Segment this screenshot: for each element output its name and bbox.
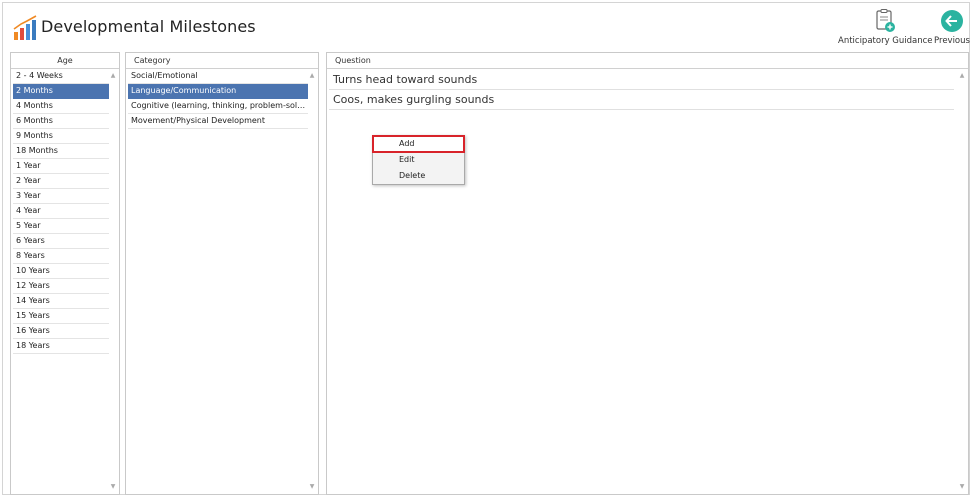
app-window: Developmental Milestones Anticipatory Gu…: [2, 2, 970, 495]
age-item[interactable]: 18 Years: [13, 339, 109, 354]
age-item[interactable]: 12 Years: [13, 279, 109, 294]
scroll-up-arrow-icon[interactable]: ▲: [109, 72, 117, 79]
context-menu-delete[interactable]: Delete: [373, 168, 464, 184]
clipboard-add-icon: [876, 9, 895, 32]
age-item-selected[interactable]: 2 Months: [13, 84, 109, 99]
back-arrow-icon: [941, 10, 963, 32]
scroll-up-arrow-icon[interactable]: ▲: [308, 72, 316, 79]
age-item[interactable]: 2 Year: [13, 174, 109, 189]
milestones-logo-icon: [13, 15, 37, 40]
category-panel: Category Social/Emotional Language/Commu…: [125, 52, 319, 495]
age-item[interactable]: 6 Months: [13, 114, 109, 129]
context-menu: Add Edit Delete: [372, 135, 465, 185]
age-item[interactable]: 2 - 4 Weeks: [13, 69, 109, 84]
context-menu-add[interactable]: Add: [372, 135, 465, 153]
anticipatory-guidance-label: Anticipatory Guidance: [838, 36, 933, 46]
age-item[interactable]: 8 Years: [13, 249, 109, 264]
age-item[interactable]: 18 Months: [13, 144, 109, 159]
scroll-down-arrow-icon[interactable]: ▼: [958, 483, 966, 490]
scroll-down-arrow-icon[interactable]: ▼: [308, 483, 316, 490]
age-item[interactable]: 10 Years: [13, 264, 109, 279]
age-item[interactable]: 9 Months: [13, 129, 109, 144]
scroll-down-arrow-icon[interactable]: ▼: [109, 483, 117, 490]
page-title: Developmental Milestones: [41, 17, 256, 36]
question-list: Turns head toward sounds Coos, makes gur…: [329, 70, 954, 110]
category-item[interactable]: Social/Emotional: [128, 69, 308, 84]
context-menu-edit[interactable]: Edit: [373, 152, 464, 168]
category-column-header: Category: [126, 53, 318, 69]
previous-label: Previous: [934, 36, 970, 46]
category-item[interactable]: Movement/Physical Development: [128, 114, 308, 129]
previous-button[interactable]: Previous: [933, 9, 971, 46]
age-item[interactable]: 4 Months: [13, 99, 109, 114]
age-item[interactable]: 16 Years: [13, 324, 109, 339]
age-item[interactable]: 6 Years: [13, 234, 109, 249]
question-item[interactable]: Coos, makes gurgling sounds: [329, 90, 954, 110]
age-item[interactable]: 4 Year: [13, 204, 109, 219]
question-item[interactable]: Turns head toward sounds: [329, 70, 954, 90]
age-item[interactable]: 5 Year: [13, 219, 109, 234]
anticipatory-guidance-button[interactable]: Anticipatory Guidance: [838, 9, 933, 46]
category-item-selected[interactable]: Language/Communication: [128, 84, 308, 99]
age-item[interactable]: 14 Years: [13, 294, 109, 309]
age-column-header: Age: [11, 53, 119, 69]
question-column-header: Question: [327, 53, 968, 69]
category-list: Social/Emotional Language/Communication …: [126, 69, 308, 129]
age-list: 2 - 4 Weeks 2 Months 4 Months 6 Months 9…: [11, 69, 109, 354]
question-panel: Question Turns head toward sounds Coos, …: [326, 52, 969, 495]
scroll-up-arrow-icon[interactable]: ▲: [958, 72, 966, 79]
age-item[interactable]: 3 Year: [13, 189, 109, 204]
age-item[interactable]: 15 Years: [13, 309, 109, 324]
age-item[interactable]: 1 Year: [13, 159, 109, 174]
age-panel: Age 2 - 4 Weeks 2 Months 4 Months 6 Mont…: [10, 52, 120, 495]
category-item[interactable]: Cognitive (learning, thinking, problem-s…: [128, 99, 308, 114]
